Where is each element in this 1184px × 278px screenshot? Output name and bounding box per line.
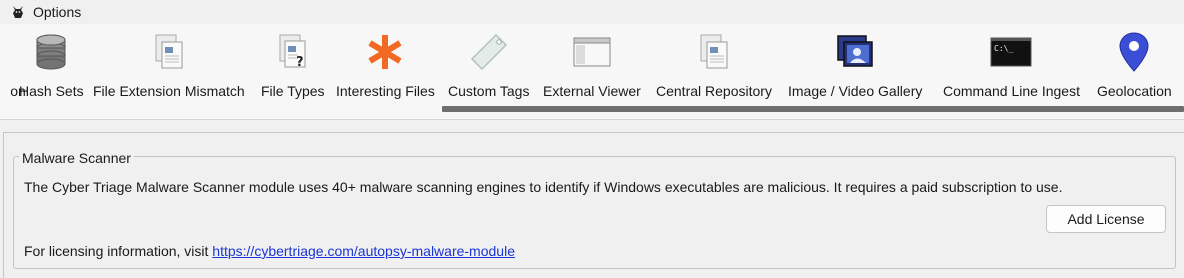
- licensing-link[interactable]: https://cybertriage.com/autopsy-malware-…: [212, 243, 515, 259]
- toolbar-scrollbar-thumb[interactable]: [442, 106, 1184, 112]
- malware-scanner-description: The Cyber Triage Malware Scanner module …: [24, 179, 1063, 195]
- add-license-button[interactable]: Add License: [1046, 205, 1166, 233]
- toolbar-item-image-video-gallery[interactable]: Image / Video Gallery: [788, 26, 922, 102]
- toolbar-item-external-viewer[interactable]: External Viewer: [543, 26, 641, 102]
- licensing-info-text: For licensing information, visit: [24, 243, 213, 259]
- toolbar-item-file-types[interactable]: ? File Types: [261, 26, 325, 102]
- database-icon: [29, 30, 73, 74]
- documents-icon: [147, 30, 191, 74]
- map-pin-icon: [1112, 30, 1156, 74]
- title-bar: Options: [0, 0, 1184, 24]
- asterisk-icon: [363, 30, 407, 74]
- toolbar-item-central-repository[interactable]: Central Repository: [656, 26, 772, 102]
- terminal-icon: C:\_: [989, 30, 1033, 74]
- documents-icon: [692, 30, 736, 74]
- toolbar-item-label: File Extension Mismatch: [93, 83, 245, 99]
- licensing-info: For licensing information, visit https:/…: [24, 243, 515, 259]
- svg-text:C:\_: C:\_: [994, 44, 1013, 53]
- toolbar-item-label: File Types: [261, 83, 325, 99]
- toolbar-item-label: Image / Video Gallery: [788, 83, 923, 99]
- toolbar-item-label: External Viewer: [543, 83, 641, 99]
- options-content-panel: Malware Scanner The Cyber Triage Malware…: [0, 121, 1184, 278]
- window-icon: [570, 30, 614, 74]
- toolbar-item-label: Central Repository: [656, 83, 772, 99]
- toolbar-item-interesting-files[interactable]: Interesting Files: [336, 26, 435, 102]
- window-title: Options: [33, 4, 82, 20]
- toolbar-item-label: Geolocation: [1097, 83, 1172, 99]
- toolbar-item-command-line-ingest[interactable]: C:\_ Command Line Ingest: [943, 26, 1080, 102]
- picture-gallery-icon: [833, 30, 877, 74]
- toolbar-item-label: Custom Tags: [448, 83, 530, 99]
- toolbar-item-geolocation[interactable]: Geolocation: [1097, 26, 1172, 102]
- tag-icon: [467, 30, 511, 74]
- group-title: Malware Scanner: [19, 150, 134, 166]
- toolbar-item-custom-tags[interactable]: Custom Tags: [448, 26, 529, 102]
- options-category-toolbar: on Hash Sets File Extension Mismatch ? F…: [0, 24, 1184, 120]
- toolbar-item-label: Interesting Files: [336, 83, 435, 99]
- toolbar-item-hash-sets[interactable]: Hash Sets: [19, 26, 84, 102]
- toolbar-item-label: Command Line Ingest: [943, 83, 1080, 99]
- toolbar-item-file-extension-mismatch[interactable]: File Extension Mismatch: [93, 26, 245, 102]
- toolbar-item-label: Hash Sets: [19, 83, 84, 99]
- svg-text:?: ?: [296, 55, 304, 70]
- autopsy-dog-icon: [9, 3, 27, 21]
- document-question-icon: ?: [271, 30, 315, 74]
